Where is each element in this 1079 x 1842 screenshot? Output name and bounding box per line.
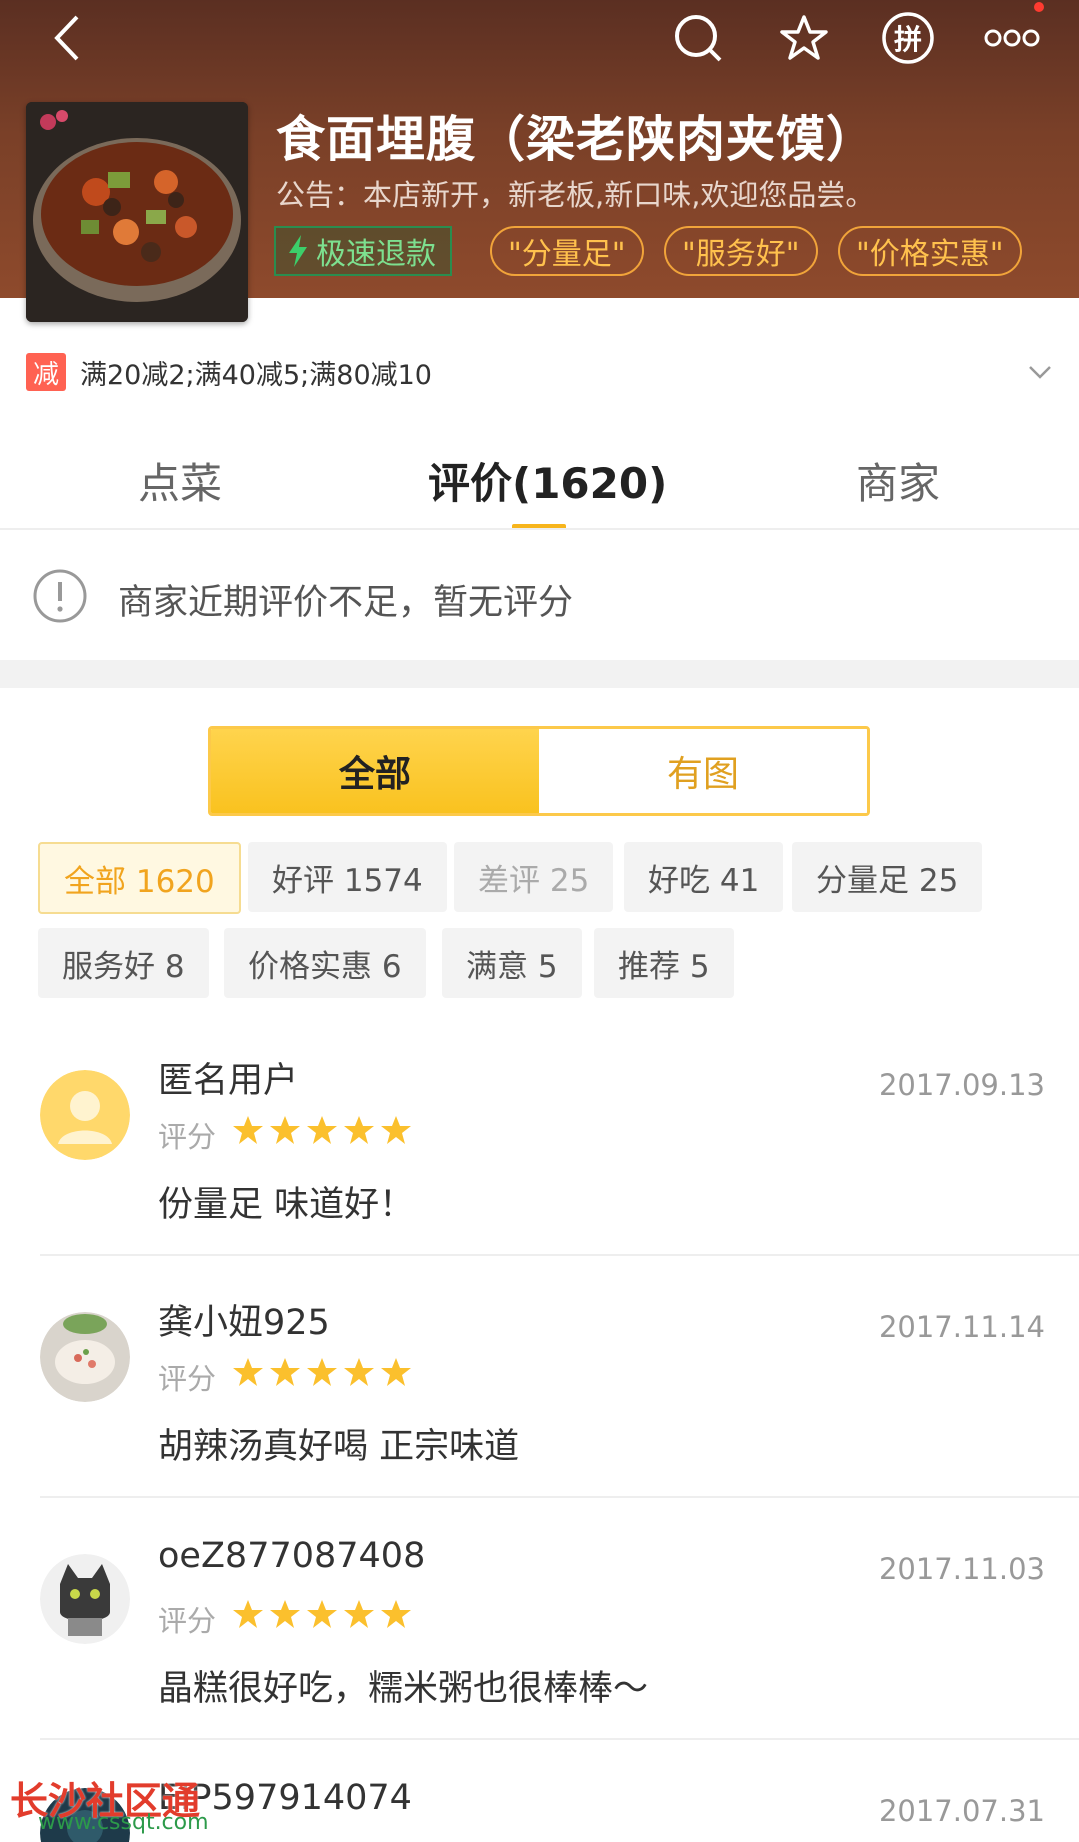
tag-portion: "分量足" [490,226,644,276]
search-button[interactable] [668,8,728,68]
star-filled-icon [233,1116,263,1144]
review-date: 2017.11.03 [878,1552,1045,1586]
star-filled-icon [233,1358,263,1386]
back-button[interactable] [36,8,96,68]
avatar[interactable] [40,1070,130,1160]
shop-thumbnail[interactable] [26,102,248,322]
score-label: 评分 [158,1120,217,1154]
review-item: oeZ877087408 2017.11.03 评分 晶糕很好吃，糯米粥也很棒棒… [0,1520,1079,1762]
back-arrow-icon [54,15,79,61]
tag-price: "价格实惠" [838,226,1022,276]
food-bowl-avatar-icon [40,1312,130,1402]
promotion-bar[interactable]: 减 满20减2;满40减5;满80减10 [26,350,432,394]
star-filled-icon [233,1600,263,1628]
tab-order[interactable]: 点菜 [138,450,222,511]
pin-label: 拼 [893,23,922,56]
review-username: oeZ877087408 [158,1536,426,1576]
review-item: 匿名用户 2017.09.13 评分 份量足 味道好！ [0,1036,1079,1278]
fast-refund-badge: 极速退款 [274,226,452,276]
rating-notice-text: 商家近期评价不足，暂无评分 [118,583,574,623]
top-bar: 拼 [0,0,1079,80]
review-date: 2017.11.14 [878,1310,1045,1344]
segment-all[interactable]: 全部 [211,729,539,813]
review-item: 龚小妞925 2017.11.14 评分 胡辣汤真好喝 正宗味道 [0,1278,1079,1520]
filter-chip-price[interactable]: 价格实惠 6 [224,928,426,998]
star-filled-icon [344,1358,374,1386]
notification-dot [1034,2,1044,12]
filter-chip-tasty[interactable]: 好吃 41 [624,842,784,912]
score-label: 评分 [158,1362,217,1396]
more-button[interactable] [982,8,1042,68]
shop-name: 食面埋腹（梁老陕肉夹馍） [276,111,877,168]
cat-avatar-icon [40,1554,130,1644]
star-filled-icon [307,1358,337,1386]
dish-image [26,102,248,322]
rating-stars [232,1356,412,1388]
tab-merchant[interactable]: 商家 [856,450,940,511]
star-filled-icon [344,1116,374,1144]
fast-refund-label: 极速退款 [316,237,436,272]
lightning-icon [289,235,307,267]
main-tabs: 点菜 评价(1620) 商家 [0,430,1079,530]
filter-chip-portion[interactable]: 分量足 25 [792,842,983,912]
review-date: 2017.09.13 [878,1068,1045,1102]
review-username: 龚小妞925 [158,1303,330,1343]
review-type-toggle: 全部 有图 [208,726,870,816]
star-filled-icon [381,1116,411,1144]
star-filled-icon [307,1600,337,1628]
score-label: 评分 [158,1604,217,1638]
review-comment: 晶糕很好吃，糯米粥也很棒棒～ [158,1669,649,1709]
filter-chip-service[interactable]: 服务好 8 [38,928,209,998]
star-filled-icon [381,1600,411,1628]
filter-chip-satisfied[interactable]: 满意 5 [442,928,582,998]
tab-reviews[interactable]: 评价(1620) [428,450,667,511]
review-divider [40,1496,1079,1498]
chevron-down-icon[interactable] [1026,358,1054,386]
favorite-button[interactable] [774,8,834,68]
group-buy-button[interactable]: 拼 [878,8,938,68]
star-outline-icon [780,15,828,60]
shop-notice: 公告：本店新开，新老板,新口味,欢迎您品尝。 [276,178,875,212]
review-divider [40,1254,1079,1256]
section-separator [0,660,1079,688]
review-comment: 胡辣汤真好喝 正宗味道 [158,1427,520,1467]
avatar[interactable] [40,1554,130,1644]
star-filled-icon [381,1358,411,1386]
rating-stars [232,1598,412,1630]
filter-chip-all[interactable]: 全部 1620 [38,842,241,914]
tag-service: "服务好" [664,226,818,276]
review-divider [40,1738,1079,1740]
filter-chip-recommend[interactable]: 推荐 5 [594,928,734,998]
filter-chip-positive[interactable]: 好评 1574 [248,842,447,912]
rating-stars [232,1114,412,1146]
review-username: 匿名用户 [158,1061,299,1101]
watermark-url: www.cssqt.com [38,1810,209,1835]
more-dots-icon [984,29,1040,47]
info-exclamation-icon [33,569,87,623]
segment-with-photos[interactable]: 有图 [539,729,867,813]
search-icon [675,15,722,62]
filter-chip-negative[interactable]: 差评 25 [454,842,614,912]
review-comment: 份量足 味道好！ [158,1185,415,1225]
discount-badge: 减 [26,353,66,391]
star-filled-icon [344,1600,374,1628]
star-filled-icon [270,1600,300,1628]
promotion-text: 满20减2;满40减5;满80减10 [80,359,432,391]
rating-notice: 商家近期评价不足，暂无评分 [0,530,1079,660]
default-user-avatar-icon [40,1070,130,1160]
star-filled-icon [270,1358,300,1386]
avatar[interactable] [40,1312,130,1402]
star-filled-icon [270,1116,300,1144]
star-filled-icon [307,1116,337,1144]
review-date: 2017.07.31 [878,1794,1045,1828]
